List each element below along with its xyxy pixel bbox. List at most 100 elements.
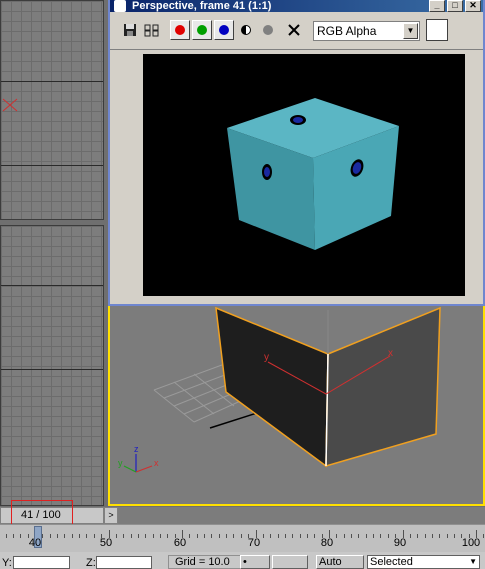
ruler-label: 80 [320, 537, 334, 549]
axis-x-label: x [154, 458, 159, 468]
y-coord-label: Y: [2, 557, 12, 569]
blue-channel-button[interactable] [214, 20, 234, 40]
status-bar: Y: Z: Grid = 10.0 • Auto Key Selected ▼ [0, 552, 485, 569]
ruler-tick [233, 534, 235, 538]
gizmo-y-label: y [264, 352, 269, 363]
ruler-tick [306, 534, 308, 538]
channel-display-select[interactable]: RGB Alpha ▼ [313, 21, 420, 41]
gizmo-x-label: x [388, 348, 393, 359]
mono-display-icon[interactable] [236, 20, 256, 40]
ruler-tick [211, 534, 213, 538]
left-viewport[interactable] [0, 225, 104, 506]
render-toolbar: RGB Alpha ▼ [110, 12, 483, 50]
ruler-label: 90 [393, 537, 407, 549]
ruler-tick [292, 534, 294, 538]
ruler-tick [409, 534, 411, 538]
ruler-tick [270, 534, 272, 538]
ruler-tick [152, 534, 154, 538]
ruler-tick [5, 534, 7, 538]
ruler-tick [417, 534, 419, 538]
perspective-scene: y x z x y [118, 306, 441, 473]
grid-size-text: Grid = 10.0 [175, 556, 230, 568]
ruler-tick [49, 534, 51, 538]
front-hole-inner [264, 167, 270, 177]
ruler-tick [439, 534, 441, 538]
ruler-tick [12, 534, 14, 538]
rendered-frame-window[interactable]: Perspective, frame 41 (1:1) _ □ ✕ RGB Al… [108, 0, 485, 306]
set-key-button[interactable] [272, 555, 308, 569]
clone-window-icon[interactable] [142, 20, 162, 40]
red-channel-button[interactable] [170, 20, 190, 40]
key-mode-dot-icon[interactable]: • [240, 555, 270, 569]
ruler-tick [343, 534, 345, 538]
rendered-cube [227, 98, 399, 250]
chevron-down-icon[interactable]: ▼ [469, 556, 477, 568]
window-title: Perspective, frame 41 (1:1) [132, 0, 272, 12]
y-coord-field[interactable] [13, 556, 70, 569]
ruler-tick [431, 534, 433, 538]
ruler-tick [299, 534, 301, 538]
timeline-track[interactable] [118, 507, 485, 524]
ruler-tick [483, 534, 485, 538]
ruler-tick [86, 534, 88, 538]
maximize-button[interactable]: □ [447, 0, 463, 12]
ruler-tick [189, 534, 191, 538]
ruler-tick [137, 534, 139, 538]
object-gizmo-icon [2, 98, 18, 112]
ruler-tick [351, 534, 353, 538]
grid-axis-line [1, 165, 103, 166]
perspective-viewport[interactable]: y x z x y [108, 300, 485, 506]
ruler-tick [277, 534, 279, 538]
ruler-tick [159, 534, 161, 538]
ruler-tick [284, 534, 286, 538]
ruler-tick [20, 534, 22, 538]
ruler-tick [123, 534, 125, 538]
ruler-tick [358, 534, 360, 538]
grid-axis-line [1, 81, 103, 82]
z-coord-label: Z: [86, 557, 96, 569]
ruler-tick [130, 534, 132, 538]
grid-axis-line [1, 369, 103, 370]
ruler-tick [453, 534, 455, 538]
ruler-tick [42, 534, 44, 538]
ruler-tick [71, 534, 73, 538]
ruler-tick [226, 534, 228, 538]
top-viewport[interactable] [0, 0, 104, 220]
ruler-tick [167, 534, 169, 538]
clear-icon[interactable] [284, 20, 304, 40]
ruler-label: 40 [28, 537, 42, 549]
color-swatch[interactable] [426, 19, 448, 41]
ruler-label: 100 [461, 537, 481, 549]
save-icon[interactable] [120, 20, 140, 40]
ruler-tick [115, 534, 117, 538]
axis-z-label: z [134, 444, 139, 454]
z-coord-field[interactable] [96, 556, 152, 569]
ruler-tick [387, 534, 389, 538]
auto-key-button[interactable]: Auto Key [316, 555, 364, 569]
ruler-tick [373, 534, 375, 538]
channel-display-value: RGB Alpha [317, 24, 377, 38]
chevron-down-icon[interactable]: ▼ [403, 23, 418, 39]
axis-y-label: y [118, 458, 123, 468]
alpha-channel-icon[interactable] [258, 20, 278, 40]
minimize-button[interactable]: _ [429, 0, 445, 12]
ruler-tick [79, 534, 81, 538]
ruler-tick [196, 534, 198, 538]
top-hole-inner [293, 117, 303, 123]
grid-axis-line [1, 285, 103, 286]
ruler-tick [64, 534, 66, 538]
render-output-canvas [143, 54, 465, 296]
selection-set-select[interactable]: Selected ▼ [367, 555, 480, 569]
green-channel-button[interactable] [192, 20, 212, 40]
ruler-label: 50 [99, 537, 113, 549]
ruler-tick [380, 534, 382, 538]
track-bar-ruler[interactable]: 40 50 60 70 80 90 100 [0, 524, 485, 552]
ruler-tick [145, 534, 147, 538]
ruler-label: 60 [173, 537, 187, 549]
chevron-right-icon[interactable]: > [104, 507, 118, 524]
window-titlebar[interactable]: Perspective, frame 41 (1:1) _ □ ✕ [110, 0, 483, 12]
ruler-tick [262, 534, 264, 538]
ruler-tick [93, 534, 95, 538]
ruler-tick [446, 534, 448, 538]
close-button[interactable]: ✕ [465, 0, 481, 12]
